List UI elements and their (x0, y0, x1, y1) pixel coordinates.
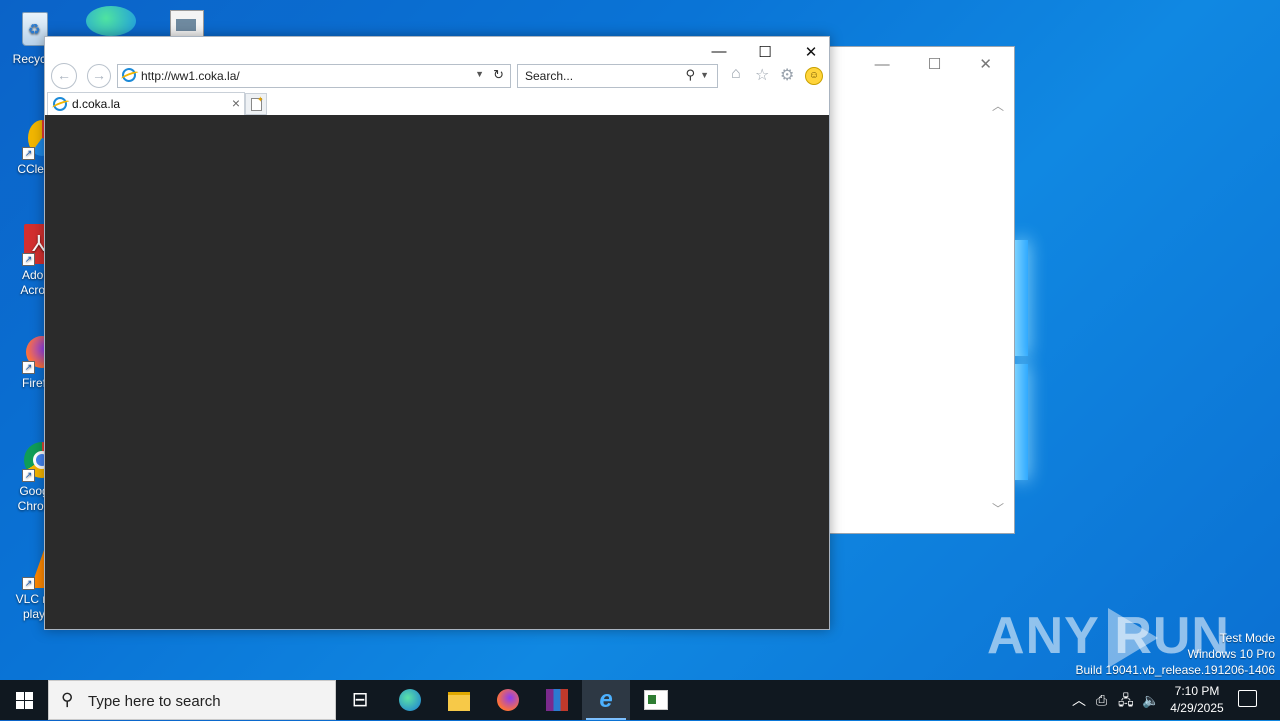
taskbar-edge[interactable] (386, 680, 434, 720)
shortcut-arrow-icon: ↗ (22, 577, 35, 590)
notification-center-icon[interactable] (1238, 690, 1257, 707)
clock-time: 7:10 PM (1174, 684, 1220, 698)
close-icon[interactable]: ✕ (979, 56, 992, 73)
build-line: Build 19041.vb_release.191206-1406 (1075, 663, 1276, 677)
image-file-icon (176, 19, 196, 31)
taskbar-winrar[interactable] (533, 680, 581, 720)
background-window-caption: — ☐ ✕ (841, 55, 992, 73)
winrar-icon (546, 689, 568, 711)
scroll-up-icon[interactable]: ︿ (992, 97, 1004, 114)
forward-button[interactable]: → (87, 64, 111, 88)
tab-close-icon[interactable]: × (232, 95, 240, 111)
minimize-icon[interactable]: — (875, 56, 890, 73)
test-mode-line: Test Mode (1219, 631, 1275, 645)
windows-logo-wallpaper (1014, 240, 1030, 480)
minimize-icon[interactable]: — (709, 43, 729, 61)
search-dropdown-icon[interactable]: ▼ (700, 70, 709, 80)
tab-title: d.coka.la (72, 97, 121, 111)
address-url[interactable]: http://ww1.coka.la/ (141, 69, 240, 83)
volume-icon[interactable]: 🔈 (1142, 680, 1159, 720)
address-bar[interactable]: http://ww1.coka.la/ ▼ ↻ (117, 64, 511, 88)
tools-gear-icon[interactable]: ⚙ (780, 65, 794, 85)
window-caption-buttons: — ☐ ✕ (709, 43, 821, 61)
new-tab-button[interactable]: ✦ (245, 93, 267, 115)
system-tray-app-icon[interactable]: ⎙ (1096, 680, 1107, 720)
taskbar-file-explorer[interactable] (434, 680, 482, 720)
app-window-icon (644, 690, 668, 710)
maximize-icon[interactable]: ☐ (755, 43, 775, 61)
back-arrow-icon: ← (57, 67, 71, 83)
folder-icon (448, 692, 470, 711)
taskbar-search-input[interactable]: Type here to search (88, 693, 221, 710)
windows-test-mode-text: Test Mode Windows 10 Pro Build 19041.vb_… (1076, 630, 1276, 678)
refresh-icon[interactable]: ↻ (493, 67, 504, 83)
scrollbar[interactable]: ︿ ﹀ (990, 91, 1006, 521)
background-window[interactable]: — ☐ ✕ ︿ ﹀ (828, 46, 1015, 534)
home-icon[interactable]: ⌂ (731, 65, 741, 83)
network-icon[interactable]: 🖧 (1118, 680, 1134, 720)
search-input[interactable]: Search... (525, 69, 573, 83)
desktop: ♻ Recycle ↗ CClea ⅄ ↗ Adol Acrol ↗ Firef… (0, 0, 1280, 680)
forward-arrow-icon: → (92, 67, 106, 83)
start-button[interactable] (0, 680, 48, 720)
task-view-button[interactable]: ⊟ (336, 680, 384, 720)
address-dropdown-icon[interactable]: ▼ (475, 69, 484, 79)
windows-edition-line: Windows 10 Pro (1187, 647, 1275, 661)
taskbar: ⚲ Type here to search ⊟ e ︿ ⎙ 🖧 🔈 7:10 P… (0, 680, 1280, 720)
favorites-star-icon[interactable]: ☆ (755, 65, 769, 85)
search-icon[interactable]: ⚲ (685, 67, 695, 83)
page-content[interactable] (45, 115, 829, 629)
taskbar-app-window[interactable] (631, 680, 679, 720)
browser-tab[interactable]: d.coka.la × (47, 92, 245, 115)
taskbar-firefox[interactable] (484, 680, 532, 720)
close-icon[interactable]: ✕ (801, 43, 821, 61)
edge-icon (399, 689, 421, 711)
internet-explorer-icon: e (599, 686, 613, 713)
clock-date: 4/29/2025 (1170, 701, 1224, 715)
internet-explorer-window[interactable]: — ☐ ✕ ← → http://ww1.coka.la/ ▼ ↻ Search… (44, 36, 830, 630)
shortcut-arrow-icon: ↗ (22, 361, 35, 374)
maximize-icon[interactable]: ☐ (928, 56, 941, 73)
shortcut-arrow-icon: ↗ (22, 147, 35, 160)
ie-page-icon (122, 68, 136, 82)
search-icon: ⚲ (61, 690, 74, 709)
ie-tab-icon (53, 97, 67, 111)
edge-desktop-icon[interactable] (86, 6, 136, 36)
feedback-smiley-icon[interactable]: ☺ (805, 67, 823, 85)
file-desktop-icon[interactable] (170, 10, 204, 38)
shortcut-arrow-icon: ↗ (22, 469, 35, 482)
shortcut-arrow-icon: ↗ (22, 253, 35, 266)
taskbar-clock[interactable]: 7:10 PM 4/29/2025 (1160, 683, 1234, 717)
back-button[interactable]: ← (51, 63, 77, 89)
scroll-down-icon[interactable]: ﹀ (992, 500, 1004, 517)
taskbar-search-box[interactable]: ⚲ Type here to search (48, 680, 336, 720)
new-tab-sparkle-icon: ✦ (257, 95, 264, 104)
search-box[interactable]: Search... ⚲ ▼ (517, 64, 718, 88)
firefox-icon (497, 689, 519, 711)
show-hidden-icons[interactable]: ︿ (1072, 680, 1086, 720)
taskbar-internet-explorer[interactable]: e (582, 680, 630, 720)
task-view-icon: ⊟ (351, 689, 369, 711)
